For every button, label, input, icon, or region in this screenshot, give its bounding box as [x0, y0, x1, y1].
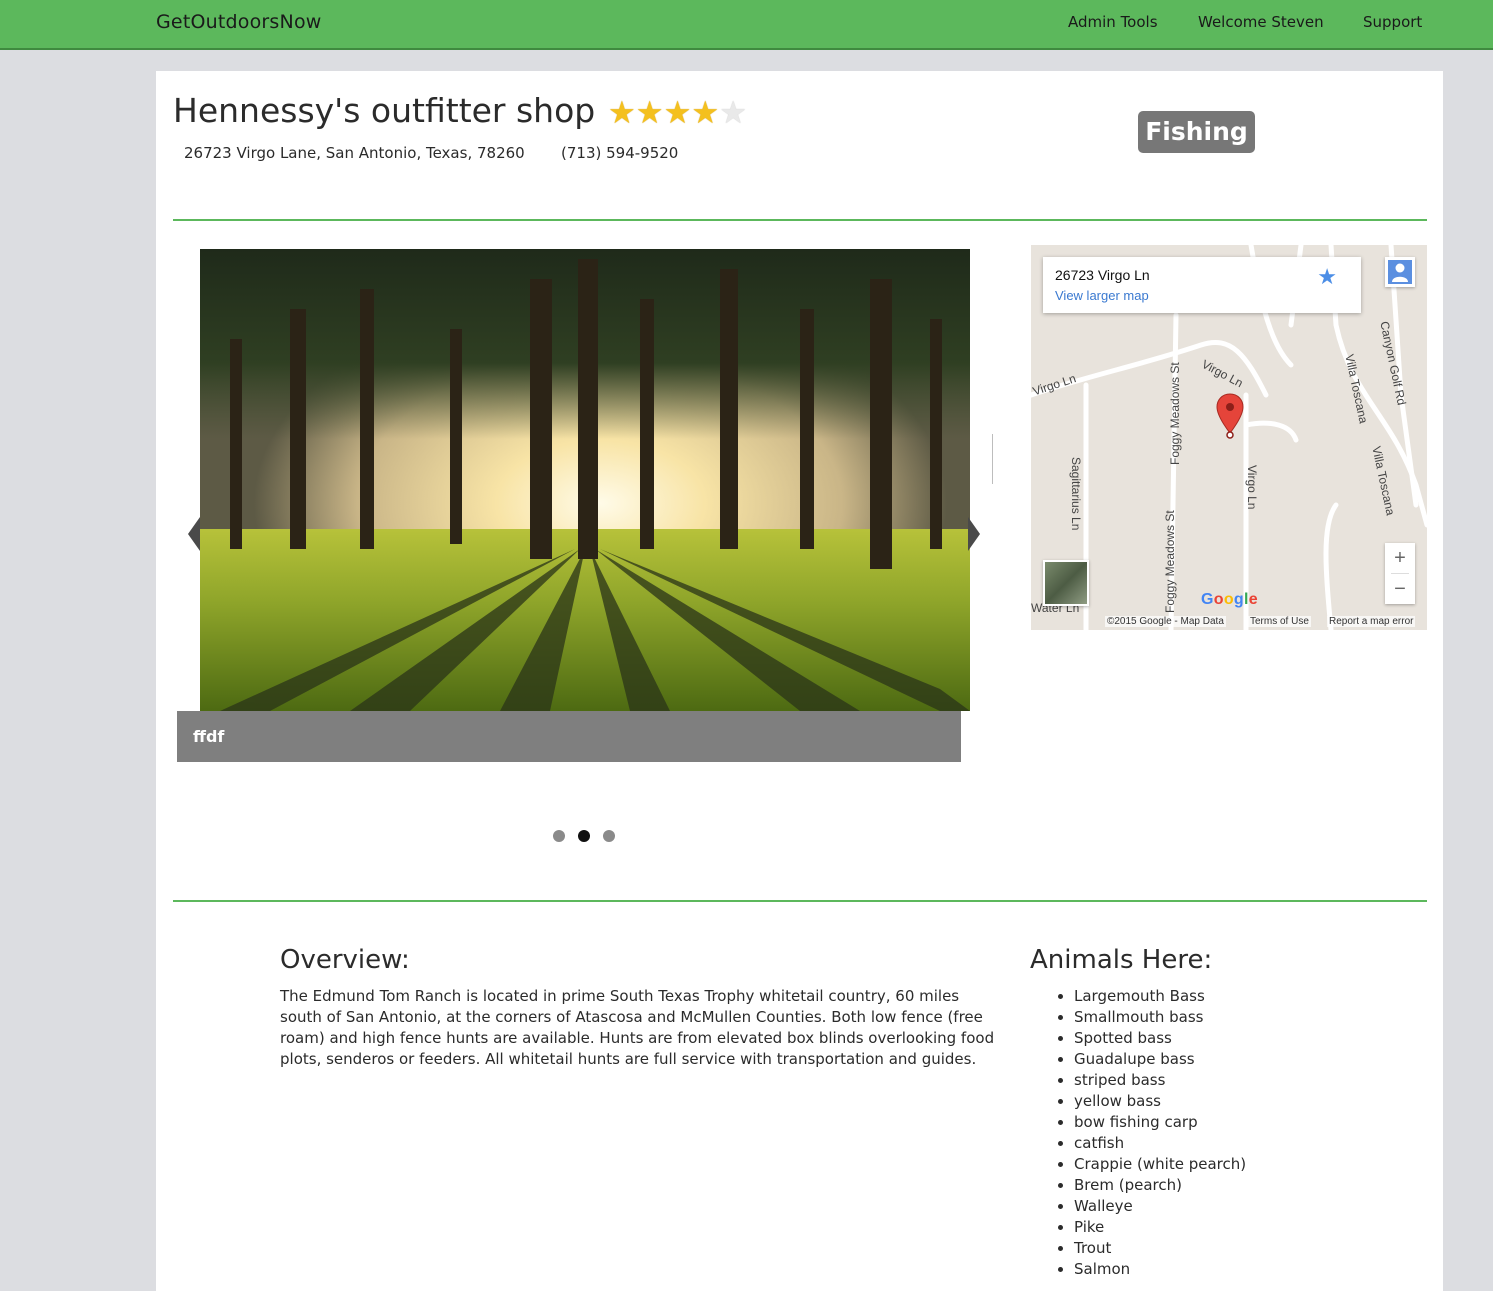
- star-empty-icon: ★: [719, 95, 747, 131]
- satellite-toggle-thumbnail[interactable]: [1043, 560, 1089, 606]
- animal-item: Smallmouth bass: [1074, 1007, 1246, 1028]
- carousel-indicators: [553, 830, 615, 842]
- map-terms-link[interactable]: Terms of Use: [1248, 616, 1311, 627]
- rating-stars: ★ ★ ★ ★ ★: [608, 98, 747, 129]
- carousel-dot-2[interactable]: [578, 830, 590, 842]
- map-zoom-controls: + −: [1385, 543, 1415, 604]
- nav-welcome-user[interactable]: Welcome Steven: [1198, 13, 1324, 31]
- carousel-next-arrow-icon[interactable]: [968, 517, 980, 551]
- street-label: Foggy Meadows St: [1168, 362, 1182, 465]
- carousel-caption: ffdf: [177, 711, 961, 762]
- map-footer: ©2015 Google - Map Data Terms of Use Rep…: [1031, 614, 1427, 630]
- animal-item: Spotted bass: [1074, 1028, 1246, 1049]
- star-icon: ★: [691, 95, 720, 131]
- street-view-person-icon[interactable]: [1385, 257, 1415, 287]
- top-navbar: GetOutdoorsNow Admin Tools Welcome Steve…: [0, 0, 1493, 50]
- carousel-dot-3[interactable]: [603, 830, 615, 842]
- overview-text: The Edmund Tom Ranch is located in prime…: [280, 987, 995, 1068]
- map-pin-icon[interactable]: [1215, 393, 1245, 439]
- animals-heading: Animals Here:: [1030, 945, 1213, 975]
- animal-item: Trout: [1074, 1238, 1246, 1259]
- map-place-name: 26723 Virgo Ln: [1055, 267, 1150, 283]
- nav-support[interactable]: Support: [1363, 13, 1422, 31]
- listing-title: Hennessy's outfitter shop: [173, 91, 596, 130]
- star-icon: ★: [608, 95, 636, 131]
- animal-item: catfish: [1074, 1133, 1246, 1154]
- animal-item: Brem (pearch): [1074, 1175, 1246, 1196]
- report-map-error-link[interactable]: Report a map error: [1327, 616, 1416, 627]
- listing-phone: (713) 594-9520: [561, 144, 679, 162]
- animal-item: Pike: [1074, 1217, 1246, 1238]
- overview-heading: Overview:: [280, 945, 410, 975]
- street-label: Foggy Meadows St: [1163, 510, 1177, 613]
- animal-item: Walleye: [1074, 1196, 1246, 1217]
- photo-carousel: ffdf: [177, 249, 993, 849]
- view-larger-map-link[interactable]: View larger map: [1055, 288, 1149, 303]
- street-label: Sagittarius Ln: [1069, 457, 1083, 531]
- location-map[interactable]: Virgo Ln Virgo Ln Foggy Meadows St Foggy…: [1031, 245, 1427, 630]
- carousel-image: [200, 249, 970, 711]
- map-copyright: ©2015 Google - Map Data: [1105, 616, 1226, 627]
- forest-photo: [200, 249, 970, 711]
- google-logo: Google: [1201, 591, 1258, 608]
- divider: [173, 900, 1427, 902]
- animal-item: Salmon: [1074, 1259, 1246, 1280]
- save-star-icon[interactable]: ★: [1317, 265, 1337, 290]
- animal-item: striped bass: [1074, 1070, 1246, 1091]
- carousel-dot-1[interactable]: [553, 830, 565, 842]
- animal-item: bow fishing carp: [1074, 1112, 1246, 1133]
- animal-item: yellow bass: [1074, 1091, 1246, 1112]
- listing-card: Hennessy's outfitter shop ★ ★ ★ ★ ★ 2672…: [156, 71, 1443, 1291]
- animal-item: Guadalupe bass: [1074, 1049, 1246, 1070]
- zoom-in-button[interactable]: +: [1385, 543, 1415, 573]
- carousel-prev-arrow-icon[interactable]: [188, 517, 200, 551]
- street-label: Virgo Ln: [1245, 465, 1259, 510]
- map-info-window: 26723 Virgo Ln View larger map ★: [1043, 257, 1361, 313]
- nav-admin-tools[interactable]: Admin Tools: [1068, 13, 1158, 31]
- animal-item: Largemouth Bass: [1074, 986, 1246, 1007]
- animals-list: Largemouth Bass Smallmouth bass Spotted …: [1030, 986, 1246, 1280]
- category-badge: Fishing: [1138, 111, 1255, 153]
- slide-divider: [992, 434, 993, 484]
- animal-item: Crappie (white pearch): [1074, 1154, 1246, 1175]
- brand-link[interactable]: GetOutdoorsNow: [156, 11, 322, 33]
- divider: [173, 219, 1427, 221]
- star-icon: ★: [635, 95, 664, 131]
- star-icon: ★: [663, 95, 692, 131]
- listing-address: 26723 Virgo Lane, San Antonio, Texas, 78…: [184, 144, 525, 162]
- zoom-out-button[interactable]: −: [1385, 574, 1415, 604]
